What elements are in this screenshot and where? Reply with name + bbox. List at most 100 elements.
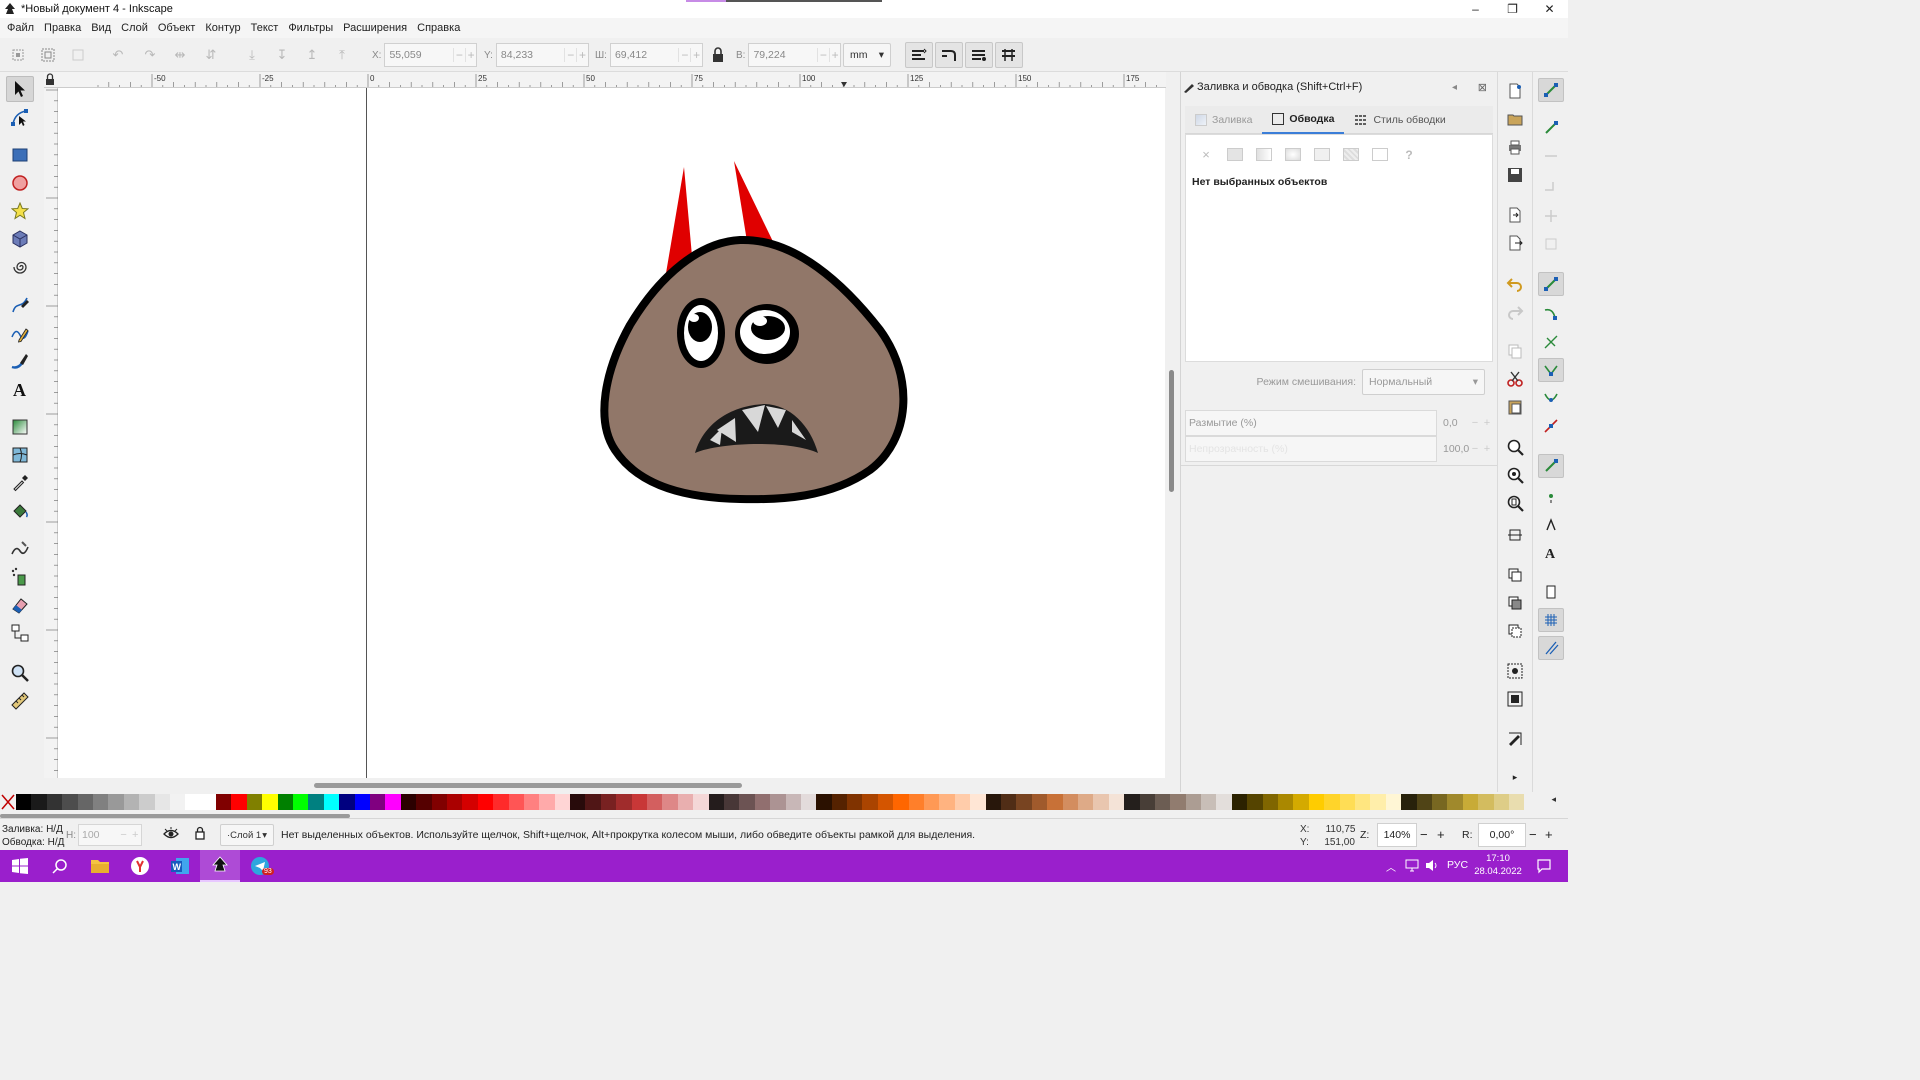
- clone-icon[interactable]: [1506, 594, 1524, 612]
- color-swatch[interactable]: [539, 794, 555, 810]
- snap-others-toggle[interactable]: [1538, 454, 1564, 478]
- snap-bbox-toggle[interactable]: [1538, 116, 1564, 140]
- color-swatch[interactable]: [62, 794, 78, 810]
- gradient-tool[interactable]: [6, 414, 34, 440]
- show-hidden-icons-icon[interactable]: ︿: [1386, 859, 1396, 874]
- deselect-icon[interactable]: [70, 47, 86, 63]
- pen-tool[interactable]: [6, 292, 34, 318]
- volume-icon[interactable]: [1425, 859, 1439, 872]
- menu-extensions[interactable]: Расширения: [338, 22, 412, 34]
- color-swatch[interactable]: [1201, 794, 1217, 810]
- paste-icon[interactable]: [1506, 398, 1524, 416]
- monster-drawing[interactable]: [58, 88, 1165, 778]
- color-swatch[interactable]: [231, 794, 247, 810]
- snap-object-centers-toggle[interactable]: [1538, 484, 1564, 508]
- blend-mode-select[interactable]: Нормальный ▾: [1362, 369, 1485, 395]
- opacity-minus-button[interactable]: −: [118, 829, 130, 841]
- color-swatch[interactable]: [924, 794, 940, 810]
- color-swatch[interactable]: [1108, 794, 1125, 810]
- x-input[interactable]: 55,059: [385, 49, 453, 61]
- node-tool[interactable]: [6, 104, 34, 130]
- color-swatch[interactable]: [693, 794, 709, 810]
- zoom-tool[interactable]: [6, 660, 34, 686]
- raise-icon[interactable]: ↥: [304, 47, 320, 63]
- dropper-tool[interactable]: [6, 470, 34, 496]
- text-tool[interactable]: A: [6, 376, 34, 402]
- height-input[interactable]: 79,224: [749, 49, 817, 61]
- menu-object[interactable]: Объект: [153, 22, 200, 34]
- height-increment-button[interactable]: +: [828, 48, 841, 62]
- color-swatch[interactable]: [1462, 794, 1479, 810]
- opacity-plus-button[interactable]: +: [129, 829, 141, 841]
- horizontal-scroll-thumb[interactable]: [314, 783, 742, 788]
- color-swatch[interactable]: [1431, 794, 1448, 810]
- color-swatch[interactable]: [616, 794, 632, 810]
- star-tool[interactable]: [6, 198, 34, 224]
- inkscape-taskbar-button[interactable]: [200, 850, 240, 882]
- export-icon[interactable]: [1506, 234, 1524, 252]
- color-swatch[interactable]: [1278, 794, 1294, 810]
- color-swatch[interactable]: [554, 794, 571, 810]
- color-swatch[interactable]: [570, 794, 586, 810]
- close-button[interactable]: ✕: [1531, 0, 1568, 18]
- color-swatch[interactable]: [970, 794, 986, 810]
- color-swatch[interactable]: [185, 794, 201, 810]
- spiral-tool[interactable]: [6, 254, 34, 280]
- paint-bucket-tool[interactable]: [6, 498, 34, 524]
- color-swatch[interactable]: [800, 794, 817, 810]
- scale-stroke-toggle[interactable]: [905, 42, 933, 68]
- horizontal-scrollbar[interactable]: [58, 778, 1165, 792]
- snap-path-intersection-toggle[interactable]: [1538, 330, 1564, 354]
- snap-bbox-midpoint-toggle[interactable]: [1538, 204, 1564, 228]
- radial-gradient-button[interactable]: [1285, 148, 1301, 161]
- color-swatch[interactable]: [1262, 794, 1279, 810]
- search-button[interactable]: [40, 850, 80, 882]
- file-explorer-button[interactable]: [80, 850, 120, 882]
- opacity-value[interactable]: 100,0: [1443, 443, 1469, 455]
- menu-help[interactable]: Справка: [412, 22, 465, 34]
- undo-icon[interactable]: [1506, 274, 1524, 292]
- color-swatch[interactable]: [277, 794, 294, 810]
- color-swatch[interactable]: [1077, 794, 1094, 810]
- color-swatch[interactable]: [216, 794, 232, 810]
- opacity-increment-button[interactable]: +: [1481, 443, 1493, 455]
- transform-gradients-toggle[interactable]: [965, 42, 993, 68]
- snap-enable-toggle[interactable]: [1538, 78, 1564, 102]
- menu-file[interactable]: Файл: [2, 22, 39, 34]
- pattern-button[interactable]: [1343, 148, 1359, 161]
- color-swatch[interactable]: [493, 794, 509, 810]
- rotate-plus-button[interactable]: +: [1545, 827, 1553, 842]
- copy-icon[interactable]: [1506, 342, 1524, 360]
- color-swatch[interactable]: [1508, 794, 1525, 810]
- color-swatch[interactable]: [1247, 794, 1263, 810]
- selector-tool[interactable]: [6, 76, 34, 102]
- rotate-input[interactable]: 0,00°: [1478, 823, 1526, 847]
- y-increment-button[interactable]: +: [576, 48, 588, 62]
- snap-bbox-corner-toggle[interactable]: [1538, 176, 1564, 200]
- color-swatch[interactable]: [600, 794, 617, 810]
- rectangle-tool[interactable]: [6, 142, 34, 168]
- color-swatch[interactable]: [985, 794, 1001, 810]
- group-icon[interactable]: [1506, 662, 1524, 680]
- color-swatch[interactable]: [1339, 794, 1355, 810]
- vertical-scroll-thumb[interactable]: [1169, 370, 1174, 492]
- color-swatch[interactable]: [1493, 794, 1509, 810]
- tweak-tool[interactable]: [6, 536, 34, 562]
- color-swatch[interactable]: [1385, 794, 1402, 810]
- drawing-canvas[interactable]: [58, 88, 1165, 778]
- color-swatch[interactable]: [123, 794, 140, 810]
- color-swatch[interactable]: [631, 794, 648, 810]
- color-swatch[interactable]: [893, 794, 909, 810]
- color-swatch[interactable]: [1401, 794, 1417, 810]
- unlink-clone-icon[interactable]: [1506, 622, 1524, 640]
- color-swatch[interactable]: [831, 794, 848, 810]
- blur-value[interactable]: 0,0: [1443, 417, 1469, 429]
- menu-view[interactable]: Вид: [86, 22, 116, 34]
- color-swatch[interactable]: [1293, 794, 1309, 810]
- snap-rotation-centers-toggle[interactable]: [1538, 512, 1564, 536]
- fill-stroke-indicator[interactable]: Заливка: Н/Д Обводка: Н/Д: [2, 823, 64, 849]
- color-swatch[interactable]: [1154, 794, 1171, 810]
- select-all-icon[interactable]: [10, 47, 26, 63]
- menu-filters[interactable]: Фильтры: [283, 22, 338, 34]
- y-decrement-button[interactable]: −: [564, 48, 576, 62]
